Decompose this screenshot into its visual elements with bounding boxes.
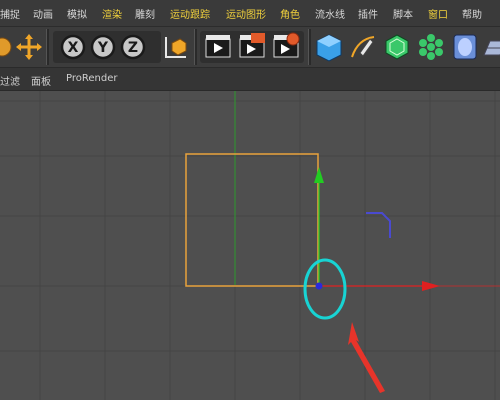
render-picture-viewer-icon[interactable] xyxy=(237,31,267,63)
move-icon[interactable] xyxy=(14,31,44,63)
z-axis-corner-icon xyxy=(366,212,391,238)
deformer-icon[interactable] xyxy=(450,31,480,63)
floor-icon[interactable] xyxy=(482,31,500,63)
menu-sculpt[interactable]: 雕刻 xyxy=(135,6,155,21)
render-settings-icon[interactable] xyxy=(271,31,301,63)
cube-primitive-icon[interactable] xyxy=(314,31,344,63)
menu-filter[interactable]: 过滤 xyxy=(0,73,20,88)
menu-plugins[interactable]: 插件 xyxy=(358,6,378,21)
menu-motion-tracking[interactable]: 运动跟踪 xyxy=(170,6,210,21)
menu-prorender[interactable]: ProRender xyxy=(66,73,117,84)
x-axis-lock-icon[interactable]: X xyxy=(58,31,88,63)
y-axis-lock-icon[interactable]: Y xyxy=(88,31,118,63)
menu-bar: 捕捉 动画 模拟 渲染 雕刻 运动跟踪 运动图形 角色 流水线 插件 脚本 窗口… xyxy=(0,0,500,27)
menu-help[interactable]: 帮助 xyxy=(462,6,482,21)
annotation-circle xyxy=(303,258,347,320)
z-axis-lock-icon[interactable]: Z xyxy=(118,31,148,63)
menu-character[interactable]: 角色 xyxy=(280,6,300,21)
viewport-3d[interactable] xyxy=(0,91,500,400)
render-view-icon[interactable] xyxy=(203,31,233,63)
annotation-arrow-icon xyxy=(348,322,385,393)
x-axis-label: X xyxy=(68,40,79,56)
coordinate-system-icon[interactable] xyxy=(160,31,190,63)
menu-animation[interactable]: 动画 xyxy=(33,6,53,21)
menu-window[interactable]: 窗口 xyxy=(428,6,448,21)
selected-object-outline[interactable] xyxy=(185,153,319,287)
menu-simulate[interactable]: 模拟 xyxy=(67,6,87,21)
menu-mograph[interactable]: 运动图形 xyxy=(226,6,266,21)
menu-render[interactable]: 渲染 xyxy=(102,6,122,21)
subdivision-surface-icon[interactable] xyxy=(382,31,412,63)
toolbar-separator xyxy=(194,29,197,65)
menu-script[interactable]: 脚本 xyxy=(393,6,413,21)
z-axis-label: Z xyxy=(128,40,138,56)
grid xyxy=(0,91,500,400)
menu-panel[interactable]: 面板 xyxy=(31,73,51,88)
cloner-icon[interactable] xyxy=(416,31,446,63)
menu-snap[interactable]: 捕捉 xyxy=(0,6,20,21)
viewport-menu-bar: 过滤 面板 ProRender xyxy=(0,68,500,91)
y-axis-label: Y xyxy=(97,40,109,56)
toolbar-separator xyxy=(46,29,49,65)
y-axis-arrow-icon[interactable] xyxy=(314,167,324,183)
menu-pipeline[interactable]: 流水线 xyxy=(315,6,345,21)
x-axis-arrow-icon[interactable] xyxy=(422,281,440,291)
pen-spline-icon[interactable] xyxy=(348,31,378,63)
main-toolbar: X Y Z xyxy=(0,27,500,68)
object-axis-point[interactable] xyxy=(315,282,323,290)
viewport-canvas[interactable] xyxy=(0,91,500,400)
toolbar-separator xyxy=(308,29,311,65)
